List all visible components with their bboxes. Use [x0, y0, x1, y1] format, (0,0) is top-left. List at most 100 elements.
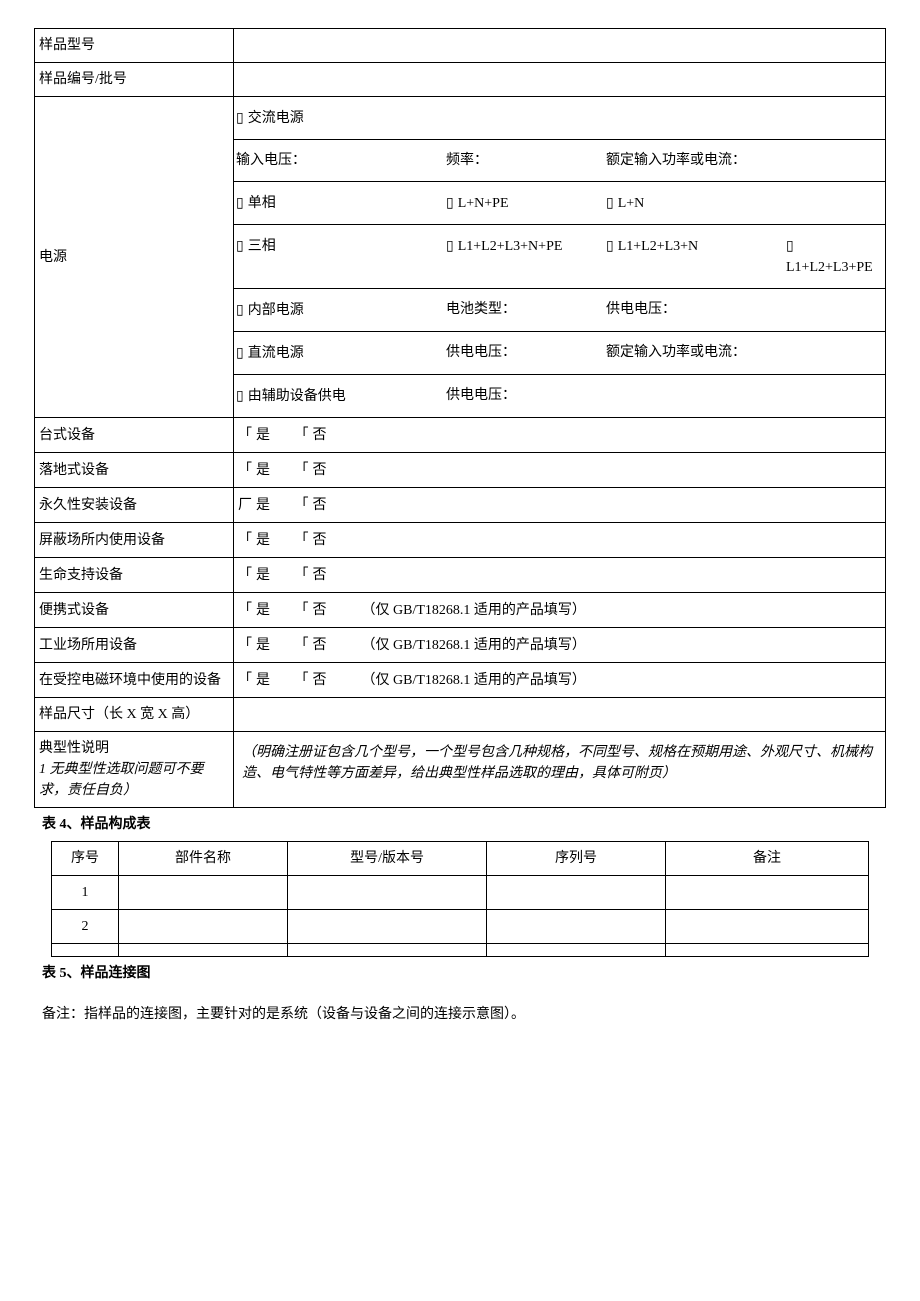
col-seq: 序号 [52, 842, 119, 876]
table5-remark: 备注：指样品的连接图，主要针对的是系统（设备与设备之间的连接示意图）。 [42, 1004, 878, 1025]
gb-note: （仅 GB/T18268.1 适用的产品填写） [362, 603, 586, 618]
checkbox-icon: ▯ [236, 299, 244, 320]
opt-permanent: 厂是 「否 [234, 488, 886, 523]
label-freq: 频率： [444, 140, 604, 181]
checkbox-icon: ▯ [786, 235, 794, 256]
cell-remark [666, 876, 869, 910]
col-part: 部件名称 [119, 842, 288, 876]
opt-portable: 「是 「否 （仅 GB/T18268.1 适用的产品填写） [234, 593, 886, 628]
checkbox-icon: ▯ [446, 235, 454, 256]
check-yes[interactable]: 「是 [238, 638, 270, 653]
label-supplyv1: 供电电压： [604, 289, 885, 331]
power-block: ▯交流电源 输入电压： 频率： 额定输入功率或电流： ▯单相 ▯L+N+PE ▯… [234, 97, 886, 418]
checkbox-icon: 「 [238, 599, 252, 620]
checkbox-icon: 厂 [238, 494, 252, 515]
label-battery: 电池类型： [444, 289, 604, 331]
checkbox-icon: ▯ [606, 192, 614, 213]
cell-part [119, 910, 288, 944]
gb-note: （仅 GB/T18268.1 适用的产品填写） [362, 638, 586, 653]
label-serial: 样品编号/批号 [35, 63, 234, 97]
checkbox-icon: ▯ [236, 192, 244, 213]
checkbox-icon: 「 [295, 564, 309, 585]
label-desktop: 台式设备 [35, 418, 234, 453]
opt-lifesupport: 「是 「否 [234, 558, 886, 593]
check-lnpe[interactable]: ▯L+N+PE [444, 182, 604, 224]
composition-table: 序号 部件名称 型号/版本号 序列号 备注 1 2 [51, 841, 869, 957]
cell-seq: 2 [52, 910, 119, 944]
cell-part [119, 944, 288, 957]
check-ln[interactable]: ▯L+N [604, 182, 885, 224]
opt-shielded: 「是 「否 [234, 523, 886, 558]
check-aux[interactable]: ▯由辅助设备供电 [234, 375, 444, 417]
table4-title: 表 4、样品构成表 [42, 814, 878, 835]
label-typical: 典型性说明 1 无典型性选取问题可不要求，责任自负） [35, 732, 234, 808]
checkbox-icon: 「 [238, 564, 252, 585]
checkbox-icon: ▯ [236, 342, 244, 363]
check-yes[interactable]: 「是 [238, 533, 270, 548]
cell-serial [487, 876, 666, 910]
gb-note: （仅 GB/T18268.1 适用的产品填写） [362, 673, 586, 688]
check-no[interactable]: 「否 [295, 498, 327, 513]
check-no[interactable]: 「否 [295, 463, 327, 478]
cell-seq: 1 [52, 876, 119, 910]
check-yes[interactable]: 「是 [238, 603, 270, 618]
check-yes[interactable]: 厂是 [238, 498, 270, 513]
label-dimensions: 样品尺寸（长 X 宽 X 高） [35, 698, 234, 732]
cell-model [288, 910, 487, 944]
checkbox-icon: 「 [295, 529, 309, 550]
value-model [234, 29, 886, 63]
checkbox-icon: 「 [295, 599, 309, 620]
checkbox-icon: 「 [295, 459, 309, 480]
check-singlephase[interactable]: ▯单相 [234, 182, 444, 224]
check-l123pe[interactable]: ▯L1+L2+L3+PE [784, 225, 885, 288]
label-industrial: 工业场所用设备 [35, 628, 234, 663]
check-no[interactable]: 「否 [295, 568, 327, 583]
check-no[interactable]: 「否 [295, 638, 327, 653]
cell-serial [487, 944, 666, 957]
cell-remark [666, 944, 869, 957]
check-internal[interactable]: ▯内部电源 [234, 289, 444, 331]
check-ac[interactable]: ▯交流电源 [234, 97, 444, 139]
check-yes[interactable]: 「是 [238, 673, 270, 688]
check-yes[interactable]: 「是 [238, 428, 270, 443]
opt-industrial: 「是 「否 （仅 GB/T18268.1 适用的产品填写） [234, 628, 886, 663]
col-remark: 备注 [666, 842, 869, 876]
label-power: 电源 [35, 97, 234, 418]
label-portable: 便携式设备 [35, 593, 234, 628]
col-serial: 序列号 [487, 842, 666, 876]
label-shielded: 屏蔽场所内使用设备 [35, 523, 234, 558]
check-yes[interactable]: 「是 [238, 568, 270, 583]
label-controlled-em: 在受控电磁环境中使用的设备 [35, 663, 234, 698]
value-serial [234, 63, 886, 97]
label-permanent: 永久性安装设备 [35, 488, 234, 523]
checkbox-icon: 「 [238, 669, 252, 690]
check-yes[interactable]: 「是 [238, 463, 270, 478]
cell-remark [666, 910, 869, 944]
check-no[interactable]: 「否 [295, 673, 327, 688]
check-no[interactable]: 「否 [295, 603, 327, 618]
label-supplyv2: 供电电压： [444, 332, 604, 374]
cell-model [288, 944, 487, 957]
checkbox-icon: ▯ [236, 235, 244, 256]
check-l123npe[interactable]: ▯L1+L2+L3+N+PE [444, 225, 604, 288]
label-floor: 落地式设备 [35, 453, 234, 488]
spec-table: 样品型号 样品编号/批号 电源 ▯交流电源 输入电压： 频率： 额定输入功率或电… [34, 28, 886, 808]
cell-part [119, 876, 288, 910]
check-no[interactable]: 「否 [295, 533, 327, 548]
label-rated: 额定输入功率或电流： [604, 140, 885, 181]
check-no[interactable]: 「否 [295, 428, 327, 443]
check-dc[interactable]: ▯直流电源 [234, 332, 444, 374]
checkbox-icon: 「 [295, 424, 309, 445]
check-l123n[interactable]: ▯L1+L2+L3+N [604, 225, 784, 288]
checkbox-icon: ▯ [446, 192, 454, 213]
label-model: 样品型号 [35, 29, 234, 63]
label-rated2: 额定输入功率或电流： [604, 332, 885, 374]
label-supplyv3: 供电电压： [444, 375, 885, 417]
label-involtage: 输入电压： [234, 140, 444, 181]
table-row: 1 [52, 876, 869, 910]
opt-floor: 「是 「否 [234, 453, 886, 488]
checkbox-icon: ▯ [606, 235, 614, 256]
check-threephase[interactable]: ▯三相 [234, 225, 444, 288]
checkbox-icon: 「 [238, 634, 252, 655]
opt-controlled-em: 「是 「否 （仅 GB/T18268.1 适用的产品填写） [234, 663, 886, 698]
